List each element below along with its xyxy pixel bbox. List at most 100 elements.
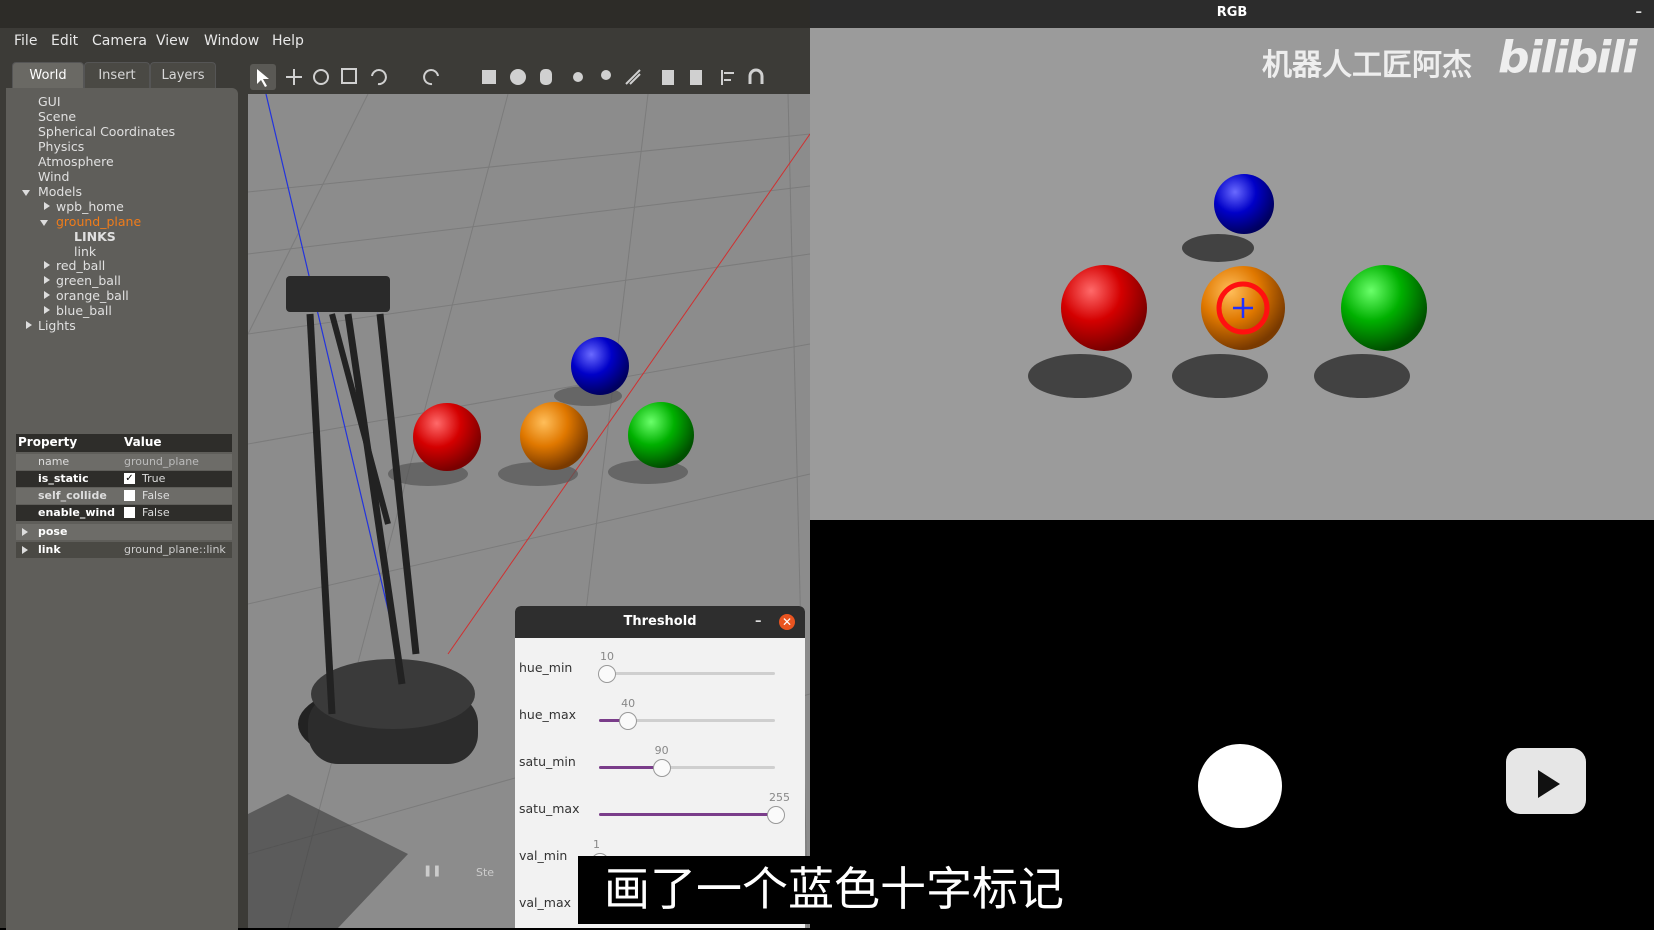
expand-arrow-icon[interactable] [22,190,30,196]
slider-fill [599,766,661,769]
sphere-shape-icon[interactable] [510,69,526,85]
align-icon[interactable] [721,70,734,85]
slider-label: hue_min [519,660,573,675]
property-value: False [142,506,170,519]
checkbox-checked-icon[interactable]: ✓ [124,473,135,484]
slider-value: 90 [654,744,669,757]
collapse-arrow-icon[interactable] [26,321,32,329]
tab-world[interactable]: World [12,62,84,89]
collapse-arrow-icon[interactable] [44,291,50,299]
collapse-arrow-icon[interactable] [44,306,50,314]
point-light-icon[interactable] [573,72,583,82]
collapse-arrow-icon[interactable] [44,202,50,210]
play-icon [1521,742,1571,798]
menu-camera[interactable]: Camera [92,33,147,49]
checkbox-empty-icon[interactable] [124,490,135,501]
tree-item-green-ball[interactable]: green_ball [56,273,121,288]
cylinder-shape-icon[interactable] [540,69,552,85]
green-ball[interactable] [628,402,694,468]
minimize-icon[interactable]: – [1636,0,1643,26]
slider-fill [599,813,775,816]
slider-knob[interactable] [767,806,785,824]
rgb-camera-image: 机器人工匠阿杰 bilibili [810,28,1654,520]
channel-watermark: 机器人工匠阿杰 [1262,48,1472,83]
slider-label: val_min [519,848,568,863]
tree-item-gui[interactable]: GUI [38,94,61,109]
undo-icon[interactable] [371,69,387,86]
copy-icon[interactable] [662,70,674,85]
slider-row-satu-min: satu_min 90 [515,744,805,791]
slider-label: satu_min [519,754,576,769]
tab-insert[interactable]: Insert [84,62,150,89]
property-row-is-static[interactable]: is_static ✓ True [16,471,232,487]
step-label[interactable]: Ste [476,866,494,879]
red-ball[interactable] [413,403,481,471]
tree-item-link[interactable]: link [74,244,96,259]
directional-light-icon[interactable] [625,69,641,85]
property-key: is_static [38,472,89,485]
property-header-label: Property [18,435,78,449]
gazebo-toolbar [248,62,810,94]
tree-item-spherical[interactable]: Spherical Coordinates [38,124,175,139]
threshold-titlebar: Threshold – ✕ [515,606,805,638]
close-icon[interactable]: ✕ [779,614,795,630]
collapse-arrow-icon[interactable] [22,528,28,536]
tree-item-blue-ball[interactable]: blue_ball [56,303,112,318]
slider-knob[interactable] [652,759,671,777]
pause-icon[interactable]: ❚❚ [423,864,441,877]
scale-icon[interactable] [341,68,357,84]
box-shape-icon[interactable] [482,70,496,84]
tree-item-wind[interactable]: Wind [38,169,69,184]
tree-item-scene[interactable]: Scene [38,109,76,124]
property-value: ground_plane [124,455,199,468]
tab-layers[interactable]: Layers [150,62,216,89]
property-row-link[interactable]: link ground_plane::link [16,542,232,558]
slider-label: satu_max [519,801,580,816]
rgb-window: RGB – 机器人工匠阿杰 bilibili [810,0,1654,928]
collapse-arrow-icon[interactable] [44,276,50,284]
checkbox-empty-icon[interactable] [124,507,135,518]
translate-icon[interactable] [286,69,302,85]
property-row-pose[interactable]: pose [16,524,232,540]
slider-row-hue-max: hue_max 40 [515,697,805,744]
property-key: link [38,543,61,556]
rgb-render [810,28,1654,520]
collapse-arrow-icon[interactable] [44,261,50,269]
left-panel: World Insert Layers GUI Scene Spherical … [6,62,238,930]
tree-item-ground-plane[interactable]: ground_plane [56,214,141,229]
tree-item-red-ball[interactable]: red_ball [56,258,105,273]
paste-icon[interactable] [690,70,702,85]
rgb-red-ball [1061,265,1147,351]
slider-track[interactable] [599,672,775,675]
threshold-title: Threshold [623,614,697,629]
spot-light-icon[interactable] [601,70,611,80]
orange-ball[interactable] [520,402,588,470]
slider-knob[interactable] [619,712,638,730]
menu-file[interactable]: File [14,33,37,49]
menu-view[interactable]: View [156,33,189,49]
property-row-enable-wind[interactable]: enable_wind False [16,505,232,521]
gazebo-titlebar [0,0,810,28]
collapse-arrow-icon[interactable] [22,546,28,554]
minimize-icon[interactable]: – [755,606,762,638]
play-button[interactable] [1506,742,1586,814]
rotate-icon[interactable] [313,69,329,85]
slider-knob[interactable] [598,665,617,683]
tree-item-wpb-home[interactable]: wpb_home [56,199,124,214]
tree-item-physics[interactable]: Physics [38,139,84,154]
tree-item-atmosphere[interactable]: Atmosphere [38,154,114,169]
tree-item-orange-ball[interactable]: orange_ball [56,288,129,303]
expand-arrow-icon[interactable] [40,220,48,226]
property-row-self-collide[interactable]: self_collide False [16,488,232,504]
tree-item-models[interactable]: Models [38,184,82,199]
video-subtitle: 画了一个蓝色十字标记 [578,856,1090,924]
menu-edit[interactable]: Edit [51,33,78,49]
tree-item-lights[interactable]: Lights [38,318,76,333]
snap-icon[interactable] [748,68,764,84]
redo-icon[interactable] [423,69,439,86]
menu-window[interactable]: Window [204,33,259,49]
property-row-name[interactable]: name ground_plane [16,454,232,470]
slider-row-hue-min: hue_min 10 [515,650,805,697]
menu-help[interactable]: Help [272,33,304,49]
blue-ball[interactable] [571,337,629,395]
